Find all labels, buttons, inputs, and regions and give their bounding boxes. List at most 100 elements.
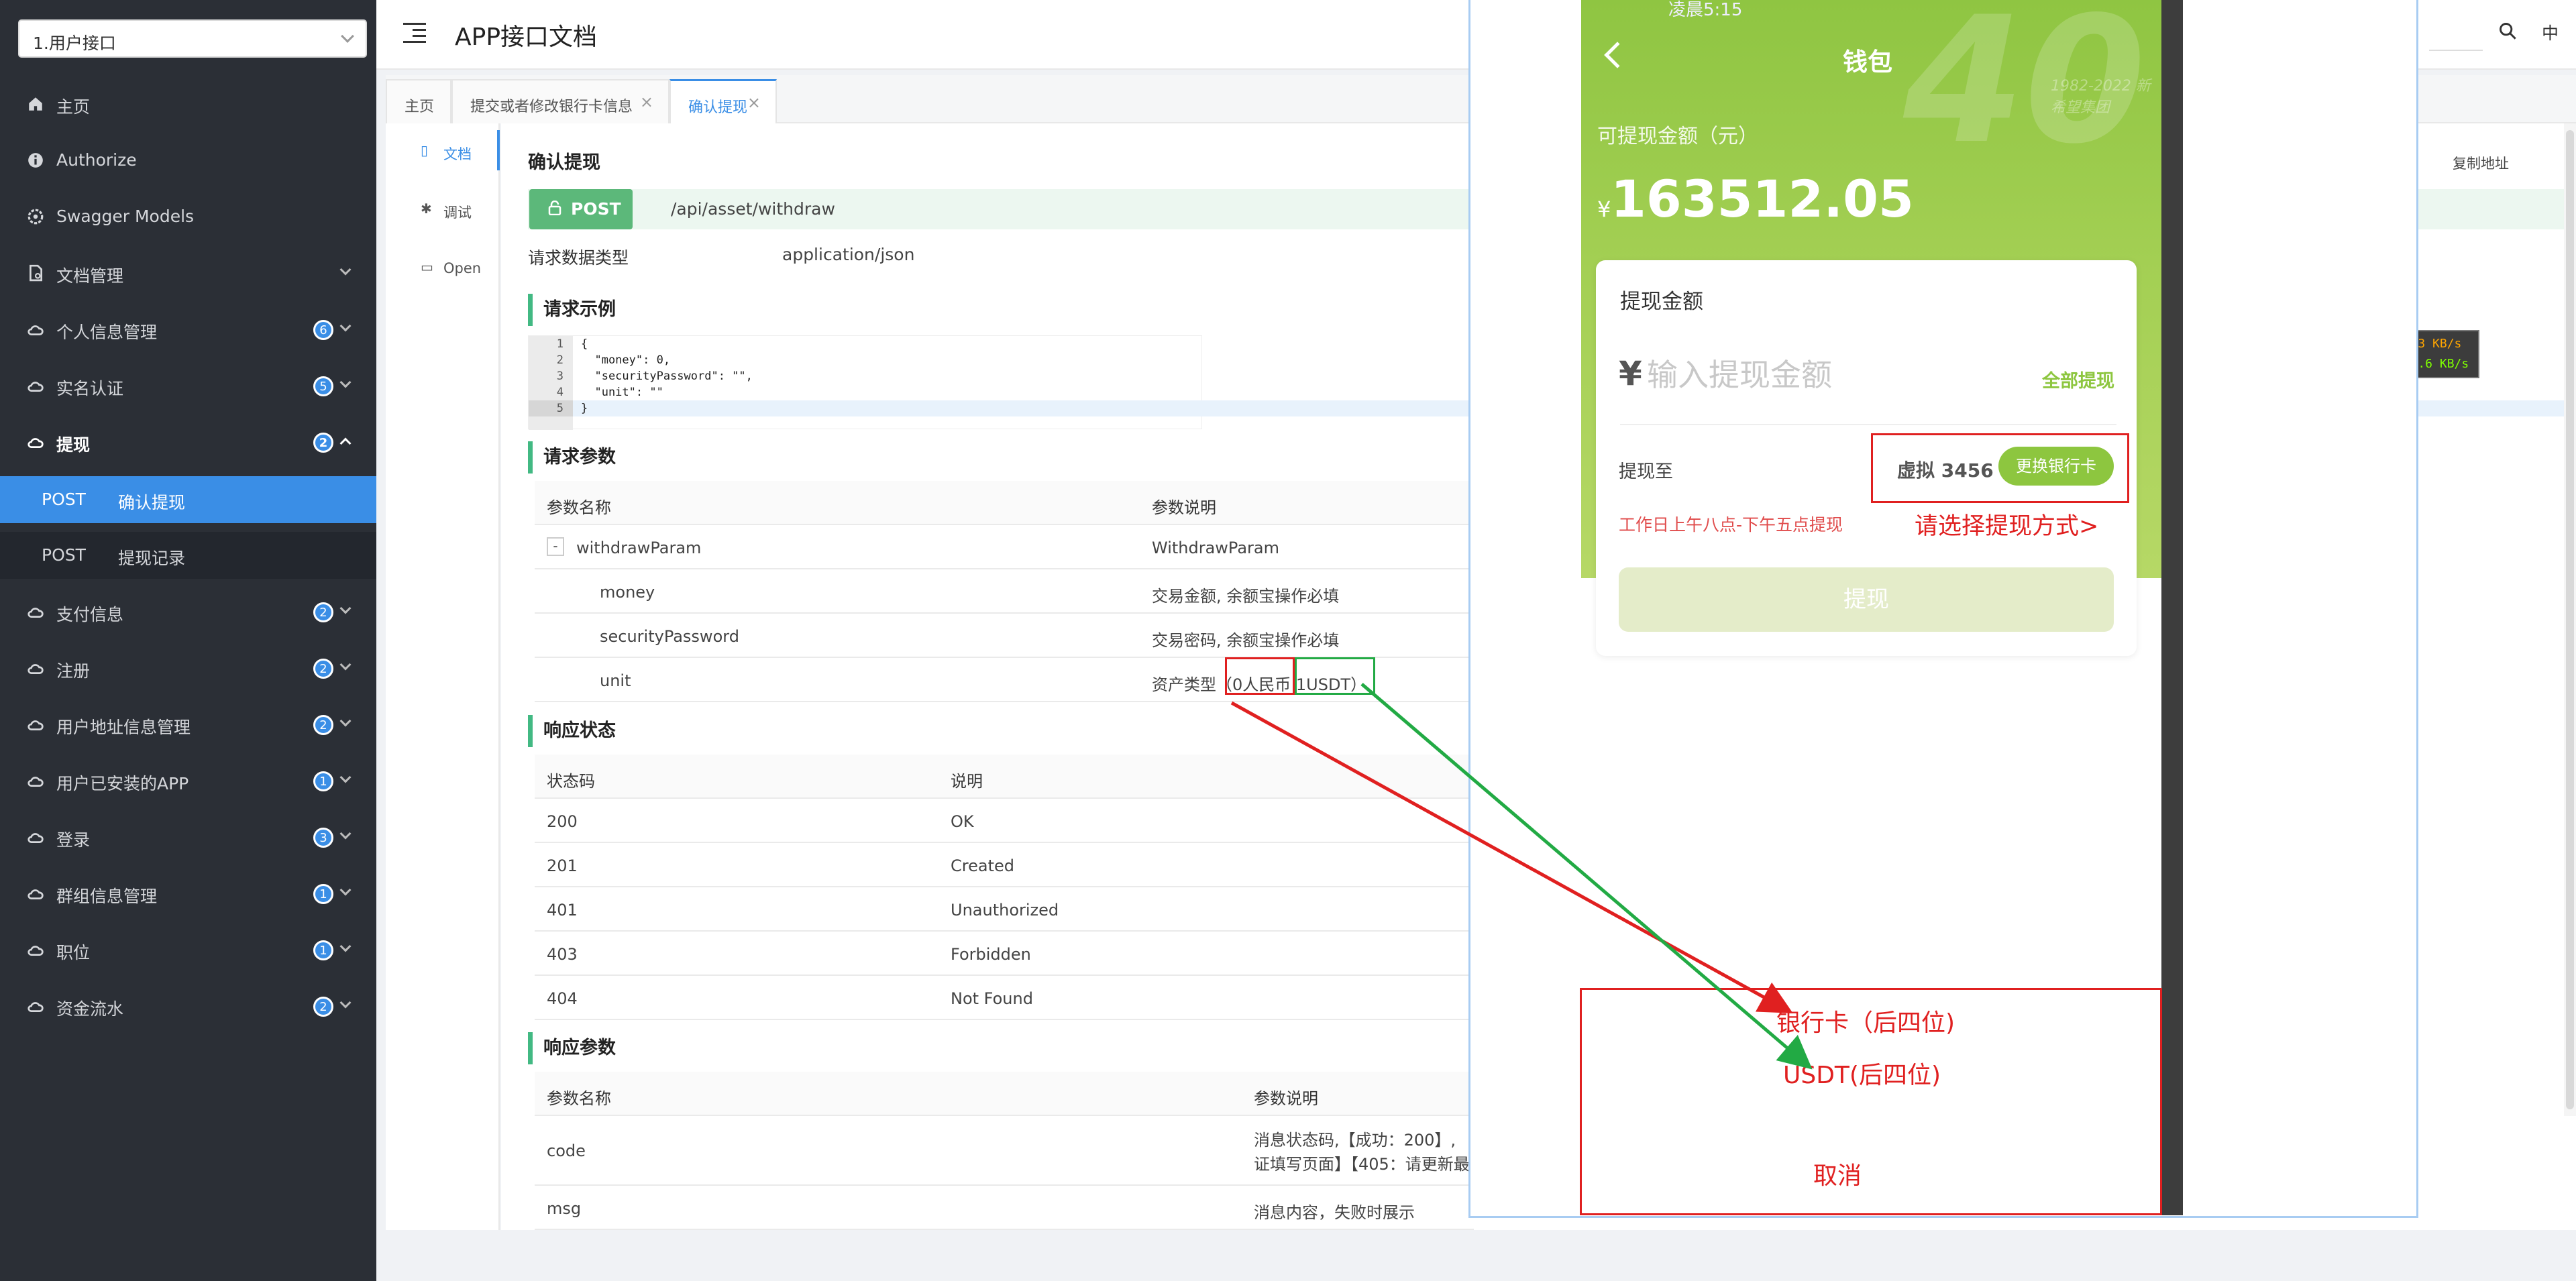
bug-icon: ✱ (421, 201, 432, 217)
amount-input[interactable] (1647, 354, 1996, 396)
copy-address-button[interactable]: 复制地址 (2453, 153, 2509, 173)
doc-nav-open[interactable]: ▭ Open (386, 247, 500, 287)
language-switch[interactable]: 中 (2542, 20, 2559, 44)
sidebar-item-installed-apps[interactable]: 用户已安装的APP 1 (0, 753, 376, 809)
sidebar-item-register[interactable]: 注册 2 (0, 640, 376, 696)
cloud-icon (28, 720, 44, 730)
sidebar-item-positions[interactable]: 职位 1 (0, 922, 376, 978)
sidebar-item-withdraw[interactable]: 提现 2 (0, 414, 376, 470)
chevron-down-icon (339, 320, 352, 332)
status-desc: OK (951, 812, 974, 831)
sidebar-item-doc-management[interactable]: 文档管理 (0, 245, 376, 301)
cloud-icon (28, 438, 44, 448)
close-icon[interactable]: × (640, 93, 653, 111)
code-line: "unit": "" (581, 386, 663, 399)
search-icon[interactable] (2498, 21, 2517, 40)
table-row: code 消息状态码,【成功：200】, 证填写页面】【405：请更新最 (535, 1116, 1474, 1186)
count-badge: 1 (313, 771, 333, 791)
table-row: money 交易金额, 余额宝操作必填 (535, 569, 1474, 614)
sidebar-subitem-withdraw-records[interactable]: POST 提现记录 (0, 532, 376, 579)
param-desc-cont: 证填写页面】【405：请更新最 (1254, 1155, 1470, 1174)
info-circle-icon (28, 153, 43, 168)
line-number: 5 (556, 402, 564, 415)
param-name: code (547, 1141, 586, 1160)
scrollbar-thumb[interactable] (2566, 130, 2574, 1109)
option-usdt[interactable]: USDT(后四位) (1783, 1056, 1941, 1091)
count-badge: 2 (313, 433, 333, 453)
column-header: 状态码 (547, 772, 595, 791)
http-method: POST (42, 490, 86, 509)
annotation-box-rmb (1225, 657, 1295, 695)
code-editor[interactable]: 1 { 2 "money": 0, 3 "securityPassword": … (528, 335, 2576, 430)
withdraw-submit-button[interactable]: 提现 (1619, 567, 2114, 632)
file-icon: ▭ (421, 259, 433, 275)
count-badge: 1 (313, 884, 333, 904)
sidebar-item-login[interactable]: 登录 3 (0, 809, 376, 865)
footer-area (376, 1230, 2576, 1281)
line-number: 4 (556, 386, 564, 399)
code-line: "securityPassword": "", (581, 370, 753, 383)
anniversary-watermark-text: 1982-2022 新希望集团 (2051, 78, 2151, 116)
sidebar-subitem-label: 提现记录 (118, 549, 186, 568)
tab-label: 确认提现 (688, 99, 748, 116)
sidebar-item-realname[interactable]: 实名认证 5 (0, 357, 376, 414)
expand-toggle[interactable]: - (547, 537, 564, 556)
back-arrow-icon[interactable] (1604, 42, 1631, 68)
sidebar-item-label: 实名认证 (56, 379, 124, 398)
table-row: 401 Unauthorized (535, 887, 1474, 932)
response-status-heading: 响应状态 (528, 715, 616, 747)
sidebar-subitem-confirm-withdraw[interactable]: POST 确认提现 (0, 476, 376, 523)
table-row: 403 Forbidden (535, 932, 1474, 976)
count-badge: 3 (313, 828, 333, 848)
balance-label: 可提现金额（元） (1597, 125, 1758, 148)
table-row: securityPassword 交易密码, 余额宝操作必填 (535, 614, 1474, 658)
chevron-down-icon (339, 828, 352, 840)
count-badge: 5 (313, 376, 333, 396)
column-header: 参数名称 (547, 498, 611, 517)
sidebar-item-swagger-models[interactable]: Swagger Models (0, 188, 376, 245)
withdraw-card: 提现金额 ¥ 全部提现 提现至 虚拟 3456 更换银行卡 工作日上午八点-下午… (1596, 260, 2137, 656)
tab-label: 主页 (405, 99, 435, 115)
option-cancel[interactable]: 取消 (1813, 1156, 1862, 1191)
option-bank-card[interactable]: 银行卡（后四位) (1776, 1003, 1955, 1038)
doc-nav-debug[interactable]: ✱ 调试 (386, 188, 500, 229)
settings-icon (28, 209, 44, 225)
tab-home[interactable]: 主页 (386, 79, 451, 123)
document-icon: ▯ (421, 142, 429, 158)
column-header: 参数说明 (1152, 498, 1216, 517)
table-row: 200 OK (535, 799, 1474, 843)
sidebar-item-label: Swagger Models (56, 207, 195, 226)
sidebar-item-label: 用户地址信息管理 (56, 718, 191, 737)
sidebar-item-home[interactable]: 主页 (0, 76, 376, 132)
sidebar-item-label: 提现 (56, 435, 91, 455)
sidebar-item-personal-info[interactable]: 个人信息管理 6 (0, 301, 376, 357)
doc-nav-label: Open (443, 260, 482, 276)
sidebar-item-address[interactable]: 用户地址信息管理 2 (0, 696, 376, 753)
tab-confirm-withdraw[interactable]: 确认提现 × (669, 79, 777, 123)
withdraw-to-label: 提现至 (1619, 461, 1673, 482)
cloud-icon (28, 325, 44, 335)
withdraw-all-button[interactable]: 全部提现 (2042, 366, 2114, 392)
sidebar-item-authorize[interactable]: Authorize (0, 132, 376, 188)
menu-fold-icon[interactable] (403, 23, 426, 43)
status-desc: Unauthorized (951, 901, 1059, 920)
close-icon[interactable]: × (747, 93, 761, 112)
scrollbar[interactable] (2564, 123, 2576, 1116)
group-select[interactable]: 1.用户接口 (18, 19, 367, 58)
sidebar-item-groups[interactable]: 群组信息管理 1 (0, 865, 376, 922)
tab-bank-card[interactable]: 提交或者修改银行卡信息 × (451, 79, 669, 123)
change-card-button[interactable]: 更换银行卡 (1998, 447, 2114, 486)
sidebar-item-payment[interactable]: 支付信息 2 (0, 583, 376, 640)
line-number: 1 (556, 337, 564, 351)
document-icon (30, 264, 43, 282)
param-name: withdrawParam (576, 539, 702, 557)
method-label: POST (571, 199, 621, 219)
chevron-down-icon (339, 602, 352, 614)
withdraw-hours-note: 工作日上午八点-下午五点提现 (1619, 515, 1843, 535)
http-method: POST (42, 545, 86, 565)
param-desc: 交易密码, 余额宝操作必填 (1152, 631, 1340, 650)
doc-nav-document[interactable]: ▯ 文档 (386, 130, 500, 170)
sidebar-item-fund-flow[interactable]: 资金流水 2 (0, 978, 376, 1034)
lock-icon (548, 201, 561, 215)
search-input-underline (2429, 50, 2483, 51)
